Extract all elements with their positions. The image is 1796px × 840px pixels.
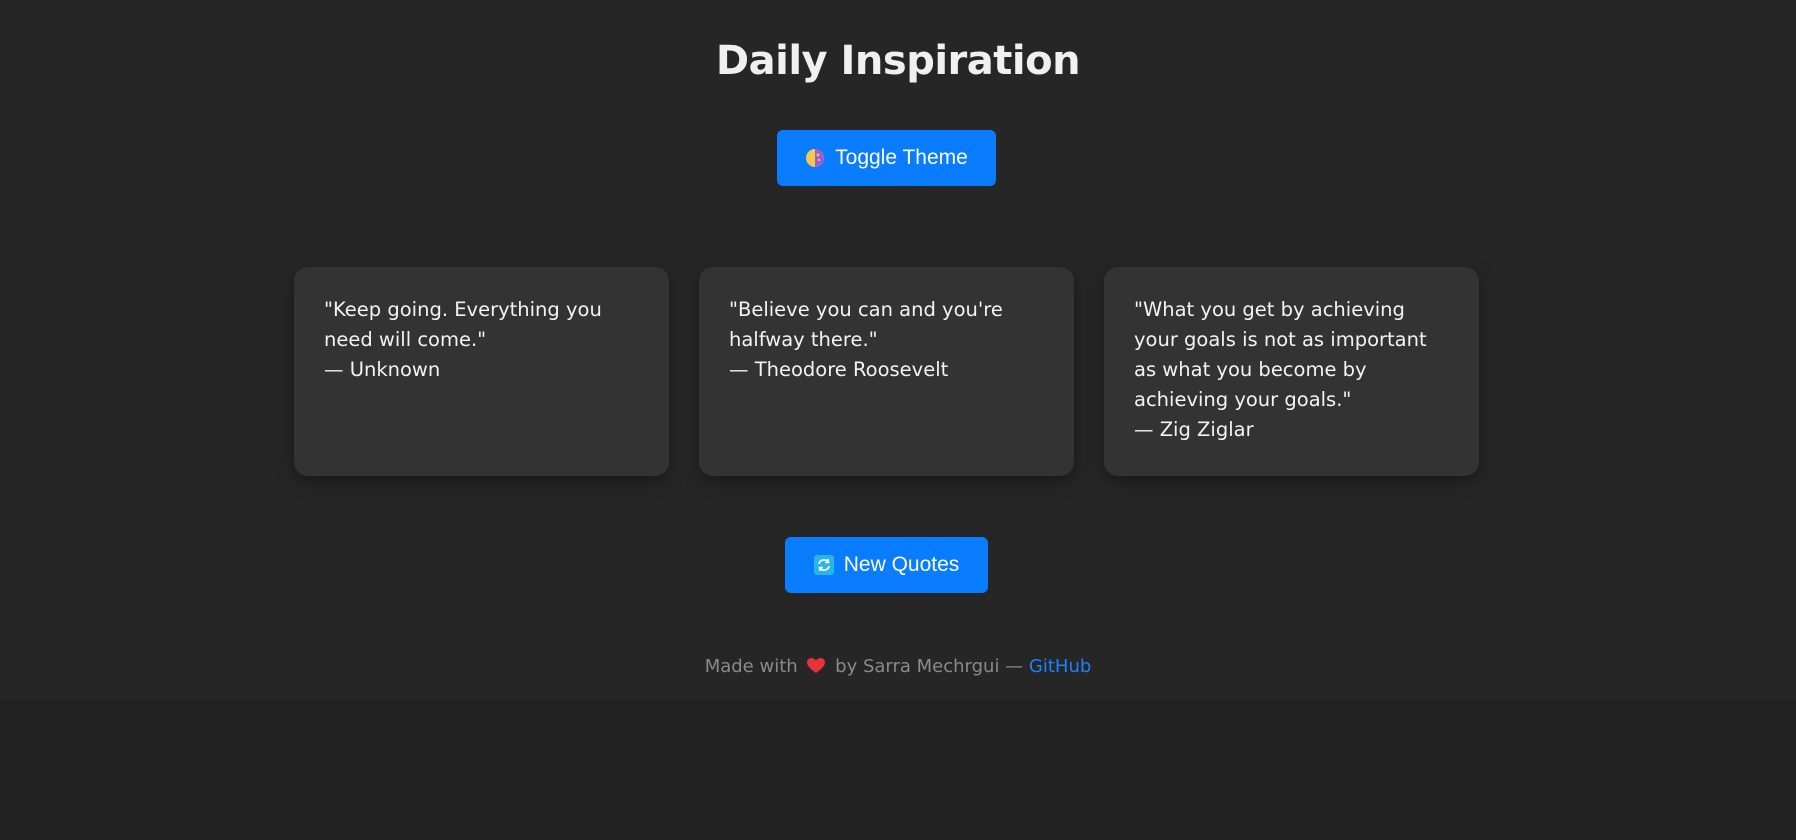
- heart-icon: [807, 656, 826, 673]
- quote-author: — Theodore Roosevelt: [729, 358, 949, 381]
- toggle-theme-button[interactable]: Toggle Theme: [777, 130, 996, 186]
- page-title: Daily Inspiration: [715, 38, 1081, 84]
- quote-card: "What you get by achieving your goals is…: [1104, 267, 1479, 476]
- quote-author: — Zig Ziglar: [1134, 418, 1254, 441]
- page-background-lower: [0, 700, 1796, 840]
- footer-author-text: by Sarra Mechrgui —: [835, 656, 1024, 677]
- quote-author: — Unknown: [324, 358, 441, 381]
- quote-text: "What you get by achieving your goals is…: [1134, 298, 1427, 411]
- theme-icon: [805, 148, 825, 168]
- toggle-theme-label: Toggle Theme: [835, 146, 968, 169]
- footer-made-with: Made with: [704, 656, 798, 677]
- quote-text: "Believe you can and you're halfway ther…: [729, 298, 1003, 351]
- refresh-icon: [813, 555, 834, 575]
- new-quotes-label: New Quotes: [843, 553, 960, 576]
- main-content: Daily Inspiration Toggle Theme "Keep goi…: [0, 0, 1796, 700]
- new-quotes-button[interactable]: New Quotes: [785, 537, 988, 593]
- quote-card: "Keep going. Everything you need will co…: [294, 267, 669, 476]
- quote-text: "Keep going. Everything you need will co…: [324, 298, 602, 351]
- quote-card: "Believe you can and you're halfway ther…: [699, 267, 1074, 476]
- github-link[interactable]: GitHub: [1029, 656, 1091, 677]
- footer: Made with by Sarra Mechrgui — GitHub: [0, 654, 1796, 680]
